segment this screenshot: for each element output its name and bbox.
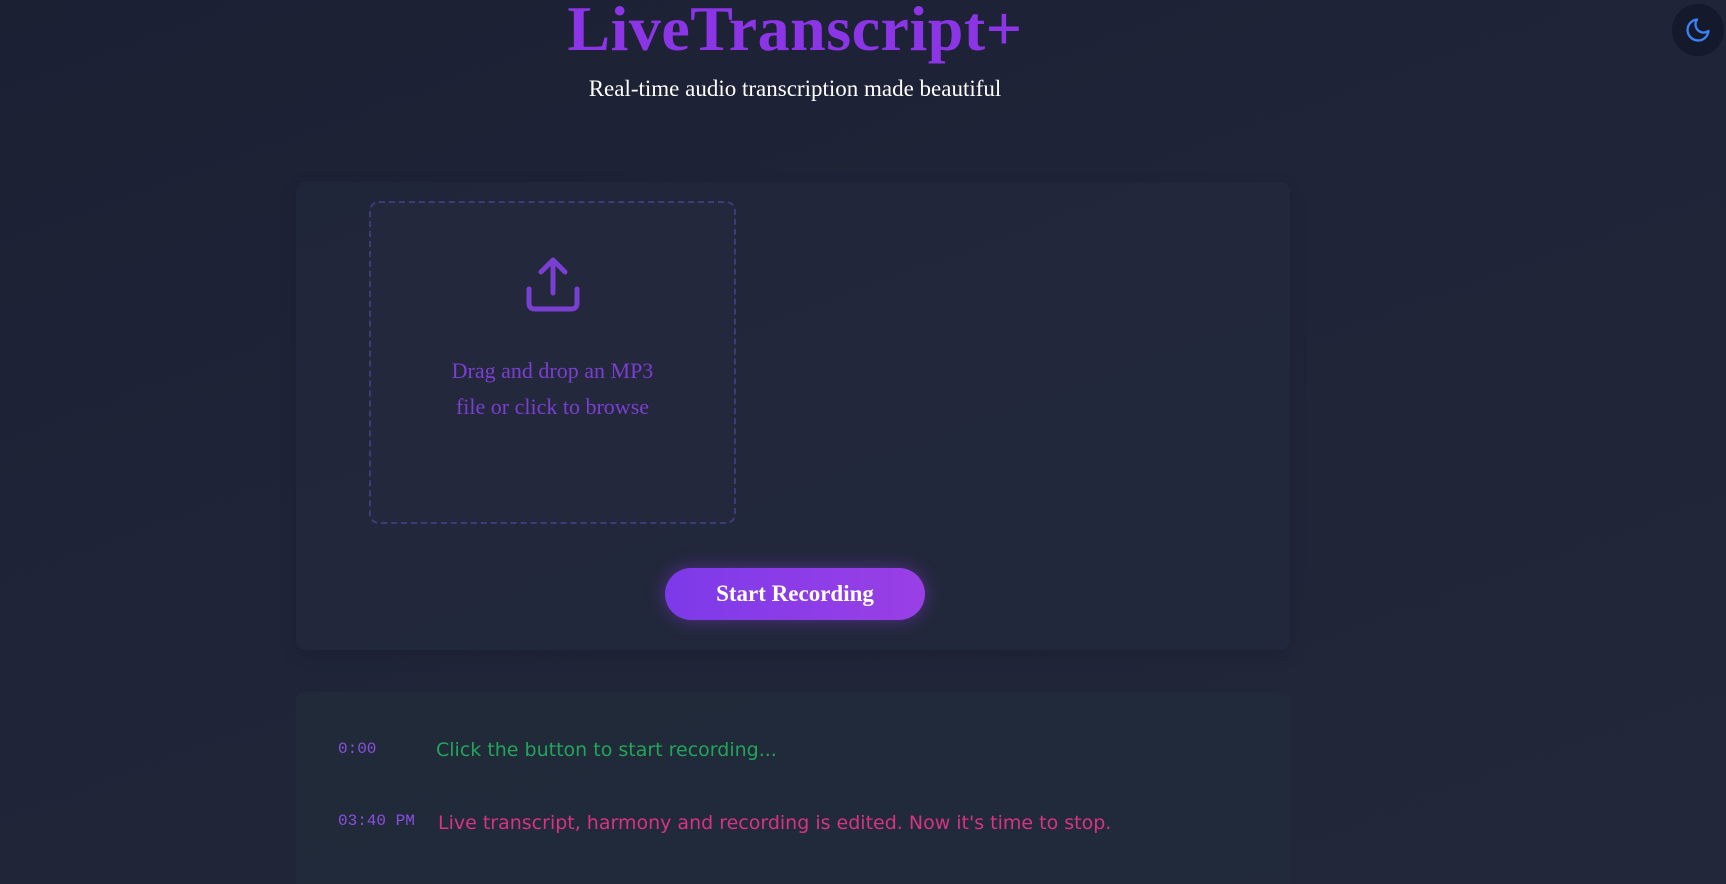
theme-toggle-button[interactable] [1672,4,1724,56]
transcript-entry-time: 03:40 PM [338,812,415,830]
transcript-entry-text: Live transcript, harmony and recording i… [438,812,1112,834]
transcript-entry-text: Click the button to start recording... [436,739,777,761]
app-subtitle: Real-time audio transcription made beaut… [588,76,1002,101]
moon-icon [1686,18,1710,42]
transcript-panel: 0:00 Click the button to start recording… [296,692,1290,884]
transcript-entry-time: 0:00 [338,740,377,758]
start-recording-button[interactable]: Start Recording [665,568,925,620]
upload-icon [526,257,580,312]
dropzone-prompt: Drag and drop an MP3 file or click to br… [451,358,654,419]
app-title: LiveTranscript+ [567,0,1023,64]
file-dropzone[interactable]: Drag and drop an MP3 file or click to br… [369,201,736,524]
